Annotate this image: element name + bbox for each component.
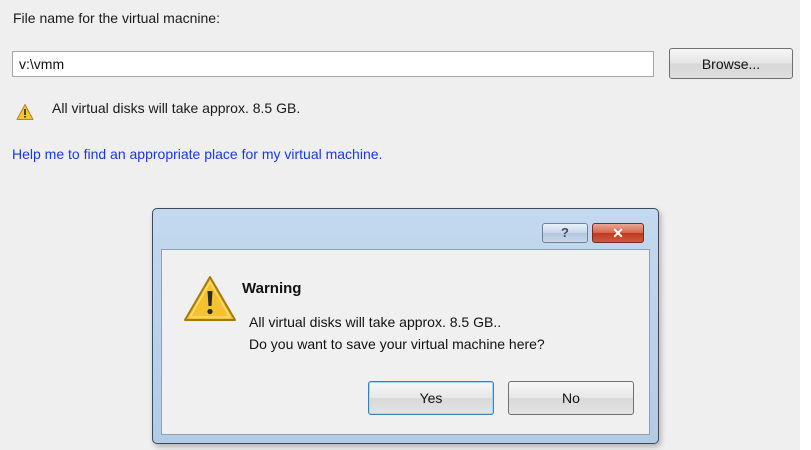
dialog-titlebar[interactable]: ? ✕ <box>153 209 658 249</box>
dialog-help-button[interactable]: ? <box>542 223 588 243</box>
yes-button[interactable]: Yes <box>368 381 494 415</box>
dialog-title: Warning <box>242 280 302 297</box>
browse-button[interactable]: Browse... <box>669 48 793 79</box>
disk-space-notice: All virtual disks will take approx. 8.5 … <box>52 100 301 116</box>
warning-dialog: ? ✕ Warning All virtual disks will take … <box>152 208 659 444</box>
dialog-message-line-1: All virtual disks will take approx. 8.5 … <box>249 314 502 330</box>
dialog-body: Warning All virtual disks will take appr… <box>161 249 650 435</box>
no-button[interactable]: No <box>508 381 634 415</box>
dialog-message-line-2: Do you want to save your virtual machine… <box>249 336 545 352</box>
file-name-label: File name for the virtual macnine: <box>13 10 220 26</box>
dialog-close-button[interactable]: ✕ <box>592 223 644 243</box>
warning-icon <box>184 276 236 321</box>
file-path-input[interactable] <box>12 51 654 77</box>
help-find-place-link[interactable]: Help me to find an appropriate place for… <box>12 146 382 162</box>
warning-icon <box>16 104 34 120</box>
